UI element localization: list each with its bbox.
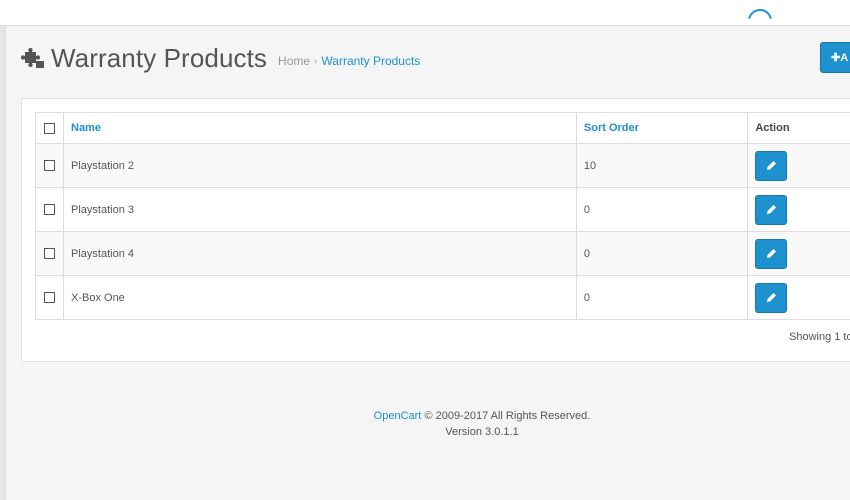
select-all-checkbox[interactable]	[44, 122, 55, 134]
name-header-cell: Name	[63, 112, 577, 144]
sort-order-value: 0	[575, 275, 749, 320]
opencart-link[interactable]: OpenCart	[374, 410, 422, 422]
product-name: X-Box One	[63, 275, 577, 320]
product-name: Playstation 2	[63, 143, 577, 188]
edit-button[interactable]	[755, 150, 788, 181]
row-checkbox-cell	[35, 231, 64, 276]
add-new-button[interactable]: ✚ A	[820, 42, 850, 73]
row-checkbox[interactable]	[44, 204, 55, 216]
pencil-icon	[766, 249, 776, 258]
add-button-label: A	[840, 51, 849, 64]
table-row: Playstation 3 0	[35, 187, 850, 232]
sort-order-value: 10	[575, 143, 749, 188]
pencil-icon	[766, 205, 776, 214]
warranty-products-table: Name Sort Order Action Playstation 2 10 …	[35, 112, 850, 320]
version-text: Version 3.0.1.1	[445, 426, 519, 438]
edit-button[interactable]	[755, 194, 788, 225]
edit-button[interactable]	[755, 282, 788, 313]
page-header: Warranty Products Home › Warranty Produc…	[20, 38, 420, 78]
page-title: Warranty Products	[51, 42, 268, 73]
table-row: Playstation 4 0	[35, 231, 850, 276]
footer-copyright-line: OpenCart © 2009-2017 All Rights Reserved…	[0, 408, 850, 424]
edit-button[interactable]	[755, 238, 788, 269]
row-checkbox-cell	[35, 187, 64, 232]
action-cell	[747, 231, 850, 276]
breadcrumb-home-link[interactable]: Home	[278, 54, 310, 68]
breadcrumb: Home › Warranty Products	[278, 54, 420, 68]
puzzle-icon	[21, 47, 44, 68]
row-checkbox[interactable]	[44, 292, 55, 304]
sort-order-value: 0	[575, 187, 749, 232]
row-checkbox[interactable]	[44, 248, 55, 260]
pagination-info: Showing 1 to	[789, 331, 850, 343]
row-checkbox[interactable]	[44, 160, 55, 172]
action-header: Action	[747, 112, 850, 144]
content-panel: Name Sort Order Action Playstation 2 10 …	[21, 98, 850, 362]
user-avatar[interactable]	[748, 9, 772, 19]
sort-order-value: 0	[575, 231, 749, 276]
sort-by-name-link[interactable]: Name	[71, 122, 101, 134]
pencil-icon	[766, 161, 776, 170]
select-all-cell	[35, 112, 64, 144]
pencil-icon	[766, 293, 776, 302]
sort-by-sort-order-link[interactable]: Sort Order	[584, 122, 639, 134]
action-cell	[747, 143, 850, 188]
top-navbar	[0, 0, 850, 26]
copyright-text: © 2009-2017 All Rights Reserved.	[424, 410, 591, 422]
sort-order-header-cell: Sort Order	[575, 112, 749, 144]
row-checkbox-cell	[35, 275, 64, 320]
product-name: Playstation 3	[63, 187, 577, 232]
footer: OpenCart © 2009-2017 All Rights Reserved…	[0, 408, 850, 440]
breadcrumb-current-link[interactable]: Warranty Products	[321, 54, 420, 68]
action-cell	[747, 275, 850, 320]
row-checkbox-cell	[35, 143, 64, 188]
table-header-row: Name Sort Order Action	[35, 112, 850, 144]
plus-icon: ✚	[831, 52, 841, 64]
action-cell	[747, 187, 850, 232]
table-row: Playstation 2 10	[35, 143, 850, 188]
product-name: Playstation 4	[63, 231, 577, 276]
breadcrumb-separator: ›	[314, 55, 318, 67]
table-row: X-Box One 0	[35, 275, 850, 320]
